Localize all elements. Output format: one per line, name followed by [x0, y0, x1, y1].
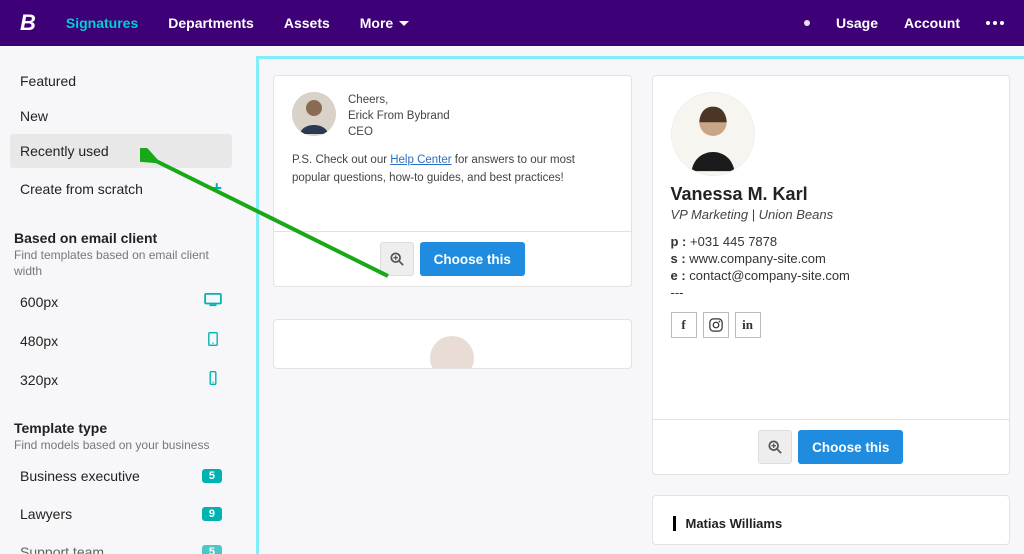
- sidebar-item-480px[interactable]: 480px: [10, 322, 232, 359]
- template-card: Vanessa M. Karl VP Marketing | Union Bea…: [652, 75, 1011, 475]
- sidebar-create-label: Create from scratch: [20, 181, 143, 197]
- card-footer: Choose this: [653, 419, 1010, 474]
- chevron-down-icon: [399, 21, 409, 26]
- nav-usage[interactable]: Usage: [836, 15, 878, 31]
- sidebar-sub-email-client: Find templates based on email client wid…: [10, 246, 232, 281]
- sidebar-item-lawyers[interactable]: Lawyers 9: [10, 496, 232, 532]
- avatar: [430, 336, 474, 369]
- nav-right: Usage Account: [804, 15, 1004, 31]
- nav-signatures[interactable]: Signatures: [66, 15, 138, 31]
- sidebar-tt-2-label: Support team: [20, 544, 104, 554]
- sidebar-header-email-client: Based on email client: [10, 230, 232, 246]
- count-badge: 5: [202, 469, 222, 483]
- nav-items: Signatures Departments Assets More: [66, 15, 409, 31]
- phone-line: p : +031 445 7878: [671, 234, 992, 249]
- sender-role: CEO: [348, 124, 450, 140]
- more-menu-icon[interactable]: [986, 21, 1004, 25]
- sidebar-header-template-type: Template type: [10, 420, 232, 436]
- linkedin-icon[interactable]: in: [735, 312, 761, 338]
- sidebar-item-new[interactable]: New: [10, 99, 232, 133]
- count-badge: 9: [202, 507, 222, 521]
- nav-more[interactable]: More: [360, 15, 409, 31]
- avatar: [292, 92, 336, 136]
- sidebar-480-label: 480px: [20, 333, 58, 349]
- zoom-button[interactable]: [380, 242, 414, 276]
- sidebar-item-business-executive[interactable]: Business executive 5: [10, 458, 232, 494]
- plus-icon: +: [211, 178, 222, 199]
- desktop-icon: [204, 293, 222, 310]
- nav-departments[interactable]: Departments: [168, 15, 254, 31]
- template-gallery: Cheers, Erick From Bybrand CEO P.S. Chec…: [256, 56, 1024, 554]
- sidebar-600-label: 600px: [20, 294, 58, 310]
- choose-button[interactable]: Choose this: [420, 242, 525, 276]
- signature-preview: Cheers, Erick From Bybrand CEO P.S. Chec…: [274, 76, 631, 231]
- sidebar-tt-0-label: Business executive: [20, 468, 140, 484]
- instagram-icon[interactable]: [703, 312, 729, 338]
- sidebar-tt-1-label: Lawyers: [20, 506, 72, 522]
- nav-more-label: More: [360, 15, 393, 31]
- sidebar-item-create[interactable]: Create from scratch +: [10, 169, 232, 208]
- sidebar-item-support-team[interactable]: Support team 5: [10, 534, 232, 554]
- sidebar-item-featured[interactable]: Featured: [10, 64, 232, 98]
- sidebar-item-recently-used[interactable]: Recently used: [10, 134, 232, 168]
- sidebar-item-320px[interactable]: 320px: [10, 361, 232, 398]
- sidebar-sub-template-type: Find models based on your business: [10, 436, 232, 456]
- sender-name: Erick From Bybrand: [348, 108, 450, 124]
- signature-name: Vanessa M. Karl: [671, 184, 992, 205]
- email-line: e : contact@company-site.com: [671, 268, 992, 283]
- magnifier-icon: [390, 252, 404, 266]
- avatar: [671, 92, 755, 176]
- choose-button[interactable]: Choose this: [798, 430, 903, 464]
- site-line: s : www.company-site.com: [671, 251, 992, 266]
- magnifier-icon: [768, 440, 782, 454]
- content-area: Cheers, Erick From Bybrand CEO P.S. Chec…: [246, 46, 1024, 554]
- zoom-button[interactable]: [758, 430, 792, 464]
- count-badge: 5: [202, 545, 222, 554]
- sidebar-item-600px[interactable]: 600px: [10, 283, 232, 320]
- top-nav: B Signatures Departments Assets More Usa…: [0, 0, 1024, 46]
- signature-title: VP Marketing | Union Beans: [671, 207, 992, 222]
- social-row: f in: [671, 312, 992, 338]
- sidebar: Featured New Recently used Create from s…: [0, 46, 246, 554]
- help-center-link[interactable]: Help Center: [390, 154, 451, 166]
- card-footer: Choose this: [274, 231, 631, 286]
- template-card: Cheers, Erick From Bybrand CEO P.S. Chec…: [273, 75, 632, 287]
- sidebar-320-label: 320px: [20, 372, 58, 388]
- nav-account[interactable]: Account: [904, 15, 960, 31]
- divider-text: ---: [671, 285, 992, 300]
- template-card: Matias Williams: [652, 495, 1011, 545]
- tablet-icon: [204, 332, 222, 349]
- logo: B: [20, 10, 36, 36]
- template-card: [273, 319, 632, 369]
- signature-name: Matias Williams: [673, 516, 990, 531]
- ps-text: P.S. Check out our Help Center for answe…: [292, 152, 613, 187]
- status-dot-icon: [804, 20, 810, 26]
- nav-assets[interactable]: Assets: [284, 15, 330, 31]
- signature-preview: Vanessa M. Karl VP Marketing | Union Bea…: [653, 76, 1010, 419]
- greeting-text: Cheers,: [348, 92, 450, 108]
- facebook-icon[interactable]: f: [671, 312, 697, 338]
- mobile-icon: [204, 371, 222, 388]
